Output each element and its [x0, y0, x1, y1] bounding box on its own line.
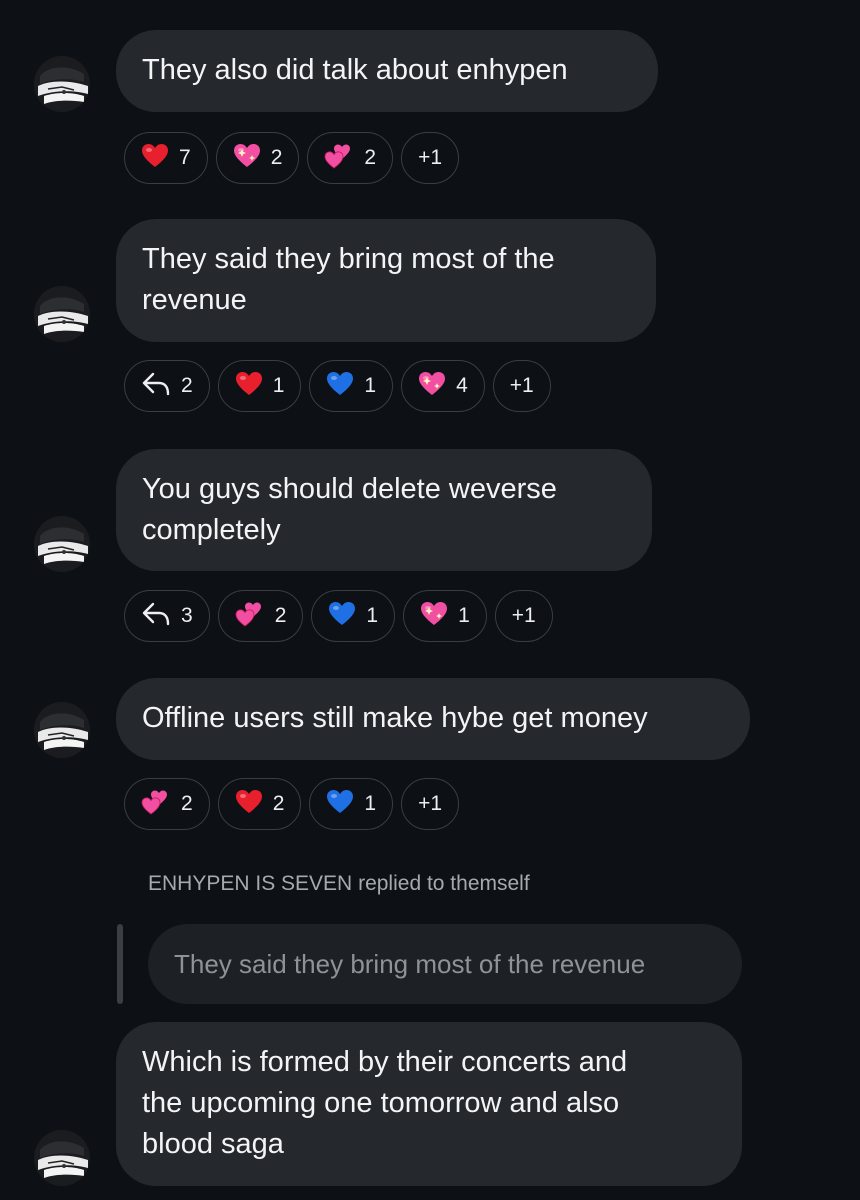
- reaction-chip[interactable]: 2: [217, 778, 302, 830]
- quote-indicator: [117, 924, 123, 1004]
- avatar[interactable]: [34, 516, 90, 572]
- reaction-count: 1: [366, 604, 379, 627]
- reaction-chip[interactable]: 2: [124, 778, 210, 830]
- reaction-count: 4: [456, 374, 468, 397]
- avatar[interactable]: [34, 286, 90, 342]
- reply-arrow-icon: [141, 371, 171, 402]
- red-heart-icon: [235, 789, 263, 820]
- reaction-count: 1: [364, 792, 377, 815]
- two-hearts-icon: [235, 601, 265, 632]
- reaction-chip[interactable]: 1: [309, 360, 394, 412]
- reply-author[interactable]: ENHYPEN IS SEVEN: [148, 872, 352, 895]
- reaction-chip[interactable]: 2: [215, 132, 300, 184]
- reaction-count: 2: [181, 374, 193, 397]
- reaction-count: +1: [418, 792, 443, 815]
- reaction-count: +1: [509, 374, 534, 397]
- reaction-chip[interactable]: 1: [403, 590, 487, 642]
- message-bubble[interactable]: They said they bring most of the revenue: [116, 219, 656, 342]
- more-reactions-chip[interactable]: +1: [401, 778, 460, 830]
- sparkling-heart-icon: [420, 601, 448, 632]
- reaction-chip[interactable]: 2: [217, 590, 304, 642]
- reply-arrow-icon: [141, 601, 171, 632]
- more-reactions-chip[interactable]: +1: [401, 132, 460, 184]
- more-reactions-chip[interactable]: +1: [494, 590, 553, 642]
- quoted-message[interactable]: They said they bring most of the revenue: [148, 924, 742, 1004]
- reply-count-chip[interactable]: 2: [124, 360, 210, 412]
- reaction-bar: 2 1 1 4 +1: [124, 360, 551, 412]
- avatar[interactable]: [34, 1130, 90, 1186]
- reaction-chip[interactable]: 4: [401, 360, 485, 412]
- reaction-count: +1: [418, 146, 443, 169]
- reaction-count: 1: [364, 374, 377, 397]
- reaction-bar: 2 2 1 +1: [124, 778, 460, 830]
- reply-action-text: replied to themself: [358, 872, 530, 895]
- red-heart-icon: [235, 371, 263, 402]
- message-bubble[interactable]: Which is formed by their concerts and th…: [116, 1022, 742, 1186]
- reaction-count: 2: [364, 146, 377, 169]
- blue-heart-icon: [326, 371, 354, 402]
- avatar[interactable]: [34, 56, 90, 112]
- reaction-count: 3: [181, 604, 193, 627]
- reaction-bar: 3 2 1 1 +1: [124, 590, 553, 642]
- red-heart-icon: [141, 143, 169, 174]
- reply-count-chip[interactable]: 3: [124, 590, 210, 642]
- reaction-count: 7: [179, 146, 191, 169]
- message-bubble[interactable]: They also did talk about enhypen: [116, 30, 658, 112]
- two-hearts-icon: [141, 789, 171, 820]
- reaction-count: 2: [272, 792, 285, 815]
- quoted-text: They said they bring most of the revenue: [174, 948, 646, 979]
- reaction-count: 2: [181, 792, 193, 815]
- reaction-chip[interactable]: 7: [124, 132, 208, 184]
- reaction-chip[interactable]: 1: [311, 590, 396, 642]
- blue-heart-icon: [328, 601, 356, 632]
- message-bubble[interactable]: Offline users still make hybe get money: [116, 678, 750, 760]
- two-hearts-icon: [324, 143, 354, 174]
- reaction-count: 2: [270, 146, 283, 169]
- reaction-chip[interactable]: 2: [307, 132, 394, 184]
- reaction-bar: 7 2 2 +1: [124, 132, 460, 184]
- reply-header: ENHYPEN IS SEVEN replied to themself: [148, 872, 530, 896]
- reaction-count: 1: [272, 374, 285, 397]
- reaction-count: +1: [511, 604, 536, 627]
- more-reactions-chip[interactable]: +1: [492, 360, 551, 412]
- reaction-count: 1: [458, 604, 470, 627]
- avatar[interactable]: [34, 702, 90, 758]
- sparkling-heart-icon: [418, 371, 446, 402]
- reaction-count: 2: [274, 604, 287, 627]
- blue-heart-icon: [326, 789, 354, 820]
- reaction-chip[interactable]: 1: [309, 778, 394, 830]
- message-bubble[interactable]: You guys should delete weverse completel…: [116, 449, 652, 571]
- sparkling-heart-icon: [233, 143, 261, 174]
- reaction-chip[interactable]: 1: [217, 360, 302, 412]
